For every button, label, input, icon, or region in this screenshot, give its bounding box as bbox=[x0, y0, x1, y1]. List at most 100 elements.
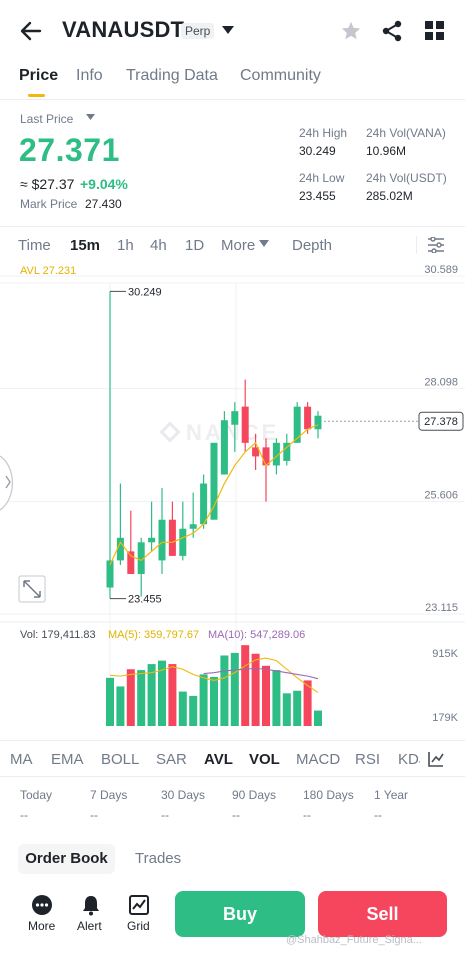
interval-1h[interactable]: 1h bbox=[117, 237, 134, 254]
indicator-rsi[interactable]: RSI bbox=[355, 751, 380, 768]
perf-180d-label: 180 Days bbox=[303, 788, 354, 802]
buy-button[interactable]: Buy bbox=[175, 891, 305, 937]
last-price: 27.371 bbox=[19, 132, 120, 168]
change-percent: +9.04% bbox=[80, 176, 128, 192]
interval-15m[interactable]: 15m bbox=[70, 237, 100, 254]
fullscreen-icon[interactable] bbox=[18, 575, 46, 603]
volume-bar bbox=[262, 665, 270, 726]
indicator-ma[interactable]: MA bbox=[10, 751, 33, 768]
divider bbox=[0, 740, 465, 741]
indicator-vol[interactable]: VOL bbox=[249, 751, 280, 768]
perf-30d-label: 30 Days bbox=[161, 788, 206, 802]
more-icon[interactable] bbox=[31, 894, 53, 916]
chevron-down-icon[interactable] bbox=[86, 114, 95, 121]
avl-label: AVL 27.231 bbox=[20, 265, 77, 277]
candle-body bbox=[314, 415, 322, 430]
interval-more[interactable]: More bbox=[221, 237, 255, 254]
symbol-title[interactable]: VANAUSDT bbox=[62, 17, 184, 43]
candle-body bbox=[168, 519, 176, 556]
divider bbox=[0, 99, 465, 100]
candle-body bbox=[189, 524, 197, 529]
interval-1d[interactable]: 1D bbox=[185, 237, 204, 254]
last-price-label[interactable]: Last Price bbox=[20, 112, 73, 126]
vol-quote-label: 24h Vol(USDT) bbox=[366, 171, 447, 185]
interval-time[interactable]: Time bbox=[18, 237, 51, 254]
candle bbox=[168, 501, 176, 556]
y-tick-label: 25.606 bbox=[424, 489, 458, 501]
back-arrow-icon[interactable] bbox=[18, 18, 44, 44]
tab-trading-data[interactable]: Trading Data bbox=[126, 67, 218, 85]
volume-tick-label: 915K bbox=[432, 648, 458, 660]
volume-bar bbox=[126, 669, 135, 726]
interval-4h[interactable]: 4h bbox=[150, 237, 167, 254]
indicator-macd[interactable]: MACD bbox=[296, 751, 340, 768]
candle bbox=[262, 438, 270, 502]
share-icon[interactable] bbox=[382, 20, 402, 42]
candle bbox=[148, 501, 156, 552]
candle-body bbox=[231, 411, 239, 425]
high-value: 30.249 bbox=[299, 144, 336, 158]
exchange-watermark: NANCE bbox=[159, 420, 276, 445]
perf-90d-label: 90 Days bbox=[232, 788, 277, 802]
volume-bar bbox=[293, 690, 302, 726]
alert-label[interactable]: Alert bbox=[77, 919, 102, 933]
usd-value: ≈ $27.37 bbox=[20, 176, 75, 192]
candle bbox=[137, 537, 145, 597]
perf-7d-label: 7 Days bbox=[90, 788, 128, 802]
volume-bar bbox=[137, 670, 146, 726]
indicator-sar[interactable]: SAR bbox=[156, 751, 187, 768]
trades-tab[interactable]: Trades bbox=[135, 850, 181, 867]
low-label: 24h Low bbox=[299, 171, 345, 185]
chevron-down-icon[interactable] bbox=[259, 240, 269, 248]
volume-bar bbox=[178, 691, 187, 726]
tab-info[interactable]: Info bbox=[76, 67, 103, 85]
tab-price[interactable]: Price bbox=[19, 67, 58, 85]
candle-body bbox=[304, 406, 312, 430]
chevron-down-icon[interactable] bbox=[222, 26, 234, 36]
low-value: 23.455 bbox=[299, 189, 336, 203]
grid-label[interactable]: Grid bbox=[127, 919, 150, 933]
indicator-ema[interactable]: EMA bbox=[51, 751, 84, 768]
candle-body bbox=[220, 420, 228, 475]
divider bbox=[0, 226, 465, 227]
candle bbox=[210, 442, 218, 520]
candle bbox=[179, 501, 187, 561]
order-book-tab[interactable]: Order Book bbox=[18, 844, 115, 874]
side-drawer-handle[interactable] bbox=[0, 455, 13, 511]
contract-badge: Perp bbox=[181, 23, 215, 39]
bell-icon[interactable] bbox=[80, 894, 102, 916]
volume-bar bbox=[106, 677, 114, 726]
more-label[interactable]: More bbox=[28, 919, 55, 933]
volume-bar bbox=[168, 664, 177, 726]
interval-depth[interactable]: Depth bbox=[292, 237, 332, 254]
tab-community[interactable]: Community bbox=[240, 67, 321, 85]
perf-180d-value: -- bbox=[303, 808, 311, 822]
candlestick-chart[interactable]: NANCE 30.249 23.455 27.378 30.589 28.098 25.… bbox=[0, 262, 465, 727]
volume-bar bbox=[241, 645, 250, 726]
chart-settings-icon[interactable] bbox=[427, 237, 445, 253]
grid-icon[interactable] bbox=[425, 21, 444, 40]
star-icon[interactable] bbox=[340, 20, 362, 42]
indicator-avl[interactable]: AVL bbox=[204, 751, 233, 768]
candle bbox=[116, 483, 124, 565]
divider bbox=[416, 236, 417, 254]
user-watermark: @Shahbaz_Future_Signa... bbox=[286, 934, 422, 946]
indicator-boll[interactable]: BOLL bbox=[101, 751, 139, 768]
perf-30d-value: -- bbox=[161, 808, 169, 822]
perf-90d-value: -- bbox=[232, 808, 240, 822]
low-marker-label: 23.455 bbox=[128, 594, 162, 606]
volume-bar bbox=[116, 686, 125, 726]
indicator-kdj[interactable]: KDJ bbox=[398, 751, 420, 768]
candle bbox=[220, 411, 228, 475]
vol-base-value: 10.96M bbox=[366, 144, 407, 158]
volume-label: Vol: 179,411.83 bbox=[20, 629, 96, 641]
volume-bar bbox=[210, 676, 218, 726]
grid-bot-icon[interactable] bbox=[128, 894, 150, 916]
perf-today-label: Today bbox=[20, 788, 53, 802]
volume-bar bbox=[282, 693, 291, 726]
candle-body bbox=[293, 406, 301, 443]
perf-7d-value: -- bbox=[90, 808, 98, 822]
sell-button[interactable]: Sell bbox=[318, 891, 447, 937]
indicator-settings-icon[interactable] bbox=[428, 751, 444, 767]
candle-body bbox=[179, 528, 187, 556]
